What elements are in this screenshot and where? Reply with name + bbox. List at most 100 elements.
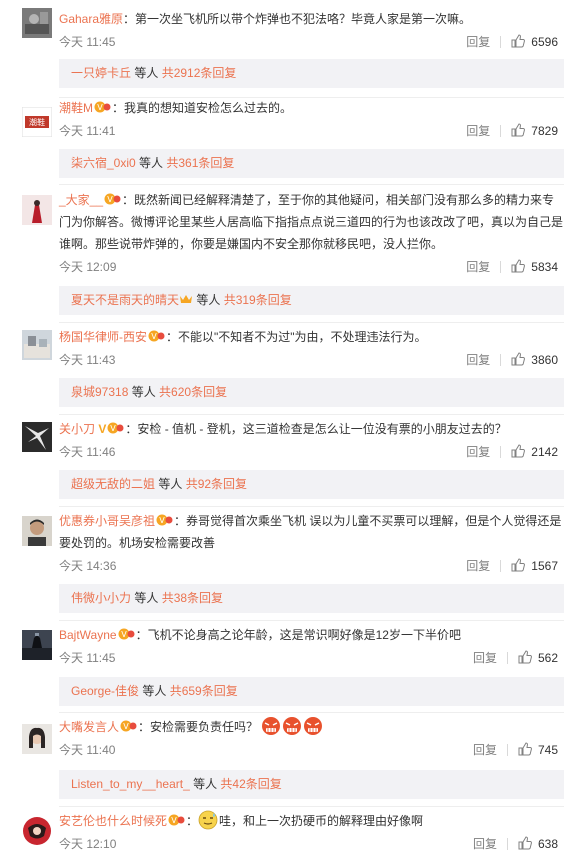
reply-total-link[interactable]: 共92条回复	[186, 477, 247, 491]
divider	[59, 322, 564, 323]
comment-time: 今天 12:10	[59, 837, 117, 851]
avatar[interactable]	[22, 630, 52, 660]
avatar[interactable]	[22, 724, 52, 754]
like-button[interactable]: 5834	[511, 257, 558, 277]
avatar[interactable]	[22, 516, 52, 546]
divider	[59, 414, 564, 415]
like-button[interactable]: 745	[518, 740, 558, 760]
divider	[500, 125, 502, 137]
like-button[interactable]: 2142	[511, 442, 558, 462]
svg-text:潮鞋: 潮鞋	[29, 117, 45, 127]
svg-text:V: V	[159, 516, 165, 525]
reply-summary[interactable]: 超级无敌的二姐 等人 共92条回复	[59, 470, 564, 499]
comment-content: 第一次坐飞机所以带个炸弹也不犯法咯？毕竟人家是第一次嘛。	[135, 12, 472, 26]
reply-button[interactable]: 回复	[466, 32, 490, 52]
reply-user-link[interactable]: 伟微小小力	[71, 591, 131, 605]
like-count: 638	[537, 837, 558, 851]
reply-user-link[interactable]: 夏天不是雨天的晴天	[71, 293, 179, 307]
reply-user-link[interactable]: George-佳俊	[71, 684, 139, 698]
comment-time: 今天 11:41	[59, 124, 116, 138]
reply-button[interactable]: 回复	[466, 556, 490, 576]
reply-user-link[interactable]: 超级无敌的二姐	[71, 477, 155, 491]
angry-face-emoji	[283, 717, 302, 735]
avatar[interactable]	[22, 195, 52, 225]
username-link[interactable]: 杨国华律师-西安	[59, 330, 147, 344]
like-count: 562	[537, 651, 558, 665]
username-link[interactable]: 优惠券小哥吴彦祖	[59, 514, 155, 528]
username-link[interactable]: Gahara雅原	[59, 12, 123, 26]
svg-text:V: V	[111, 424, 117, 433]
reply-deng-text: 等人	[189, 777, 221, 791]
verified-v-icon: V	[98, 422, 107, 436]
like-button[interactable]: 1567	[511, 556, 558, 576]
reply-summary[interactable]: 柒六宿_0xi0 等人 共361条回复	[59, 149, 564, 178]
divider	[59, 806, 564, 807]
reply-user-link[interactable]: Listen_to_my__heart_	[71, 777, 190, 791]
svg-text:V: V	[107, 195, 113, 204]
reply-button[interactable]: 回复	[473, 740, 497, 760]
comment-text: 潮鞋M V ：我真的想知道安检怎么过去的。	[59, 101, 293, 115]
angry-face-emoji	[262, 717, 281, 735]
comment-time: 今天 11:43	[59, 353, 116, 367]
comment-text: BajtWayne V ：飞机不论身高之论年龄，这是常识啊好像是12岁一下半价吧	[59, 628, 461, 642]
reply-deng-text: 等人	[128, 385, 160, 399]
divider	[506, 652, 508, 664]
comment-text: 安艺伦也什么时候死 V：哇，和上一次扔硬币的解释理由好像啊	[59, 810, 564, 832]
avatar[interactable]: 潮鞋	[22, 107, 52, 137]
reply-summary[interactable]: 一只婷卡丘 等人 共2912条回复	[59, 59, 564, 88]
comment-content: 飞机不论身高之论年龄，这是常识啊好像是12岁一下半价吧	[147, 628, 461, 642]
comment-text: 大嘴发言人 V ：安检需要负责任吗？	[59, 716, 564, 738]
avatar[interactable]	[22, 816, 52, 846]
comment-time: 今天 12:09	[59, 260, 117, 274]
reply-summary[interactable]: George-佳俊 等人 共659条回复	[59, 677, 564, 706]
reply-button[interactable]: 回复	[466, 350, 490, 370]
vip-badge-icon: V	[118, 628, 135, 640]
like-button[interactable]: 638	[518, 834, 558, 854]
comment-text: Gahara雅原：第一次坐飞机所以带个炸弹也不犯法咯？毕竟人家是第一次嘛。	[59, 12, 472, 26]
comment-time: 今天 11:45	[59, 35, 116, 49]
reply-button[interactable]: 回复	[473, 648, 497, 668]
avatar[interactable]	[22, 8, 52, 38]
like-button[interactable]: 3860	[511, 350, 558, 370]
reply-user-link[interactable]: 泉城97318	[71, 385, 128, 399]
reply-total-link[interactable]: 共319条回复	[224, 293, 292, 307]
username-link[interactable]: 大嘴发言人	[59, 720, 119, 734]
divider	[500, 261, 502, 273]
reply-user-link[interactable]: 柒六宿_0xi0	[71, 156, 136, 170]
avatar[interactable]	[22, 422, 52, 452]
divider	[500, 560, 502, 572]
reply-summary[interactable]: 伟微小小力 等人 共38条回复	[59, 584, 564, 613]
thumbs-up-icon	[518, 742, 532, 756]
reply-summary[interactable]: Listen_to_my__heart_ 等人 共42条回复	[59, 770, 564, 799]
reply-button[interactable]: 回复	[466, 257, 490, 277]
reply-total-link[interactable]: 共361条回复	[166, 156, 234, 170]
reply-total-link[interactable]: 共42条回复	[220, 777, 281, 791]
comment-time: 今天 14:36	[59, 559, 117, 573]
svg-text:V: V	[121, 630, 127, 639]
username-link[interactable]: 关小刀	[59, 422, 95, 436]
like-count: 745	[537, 743, 558, 757]
reply-button[interactable]: 回复	[466, 121, 490, 141]
reply-summary[interactable]: 泉城97318 等人 共620条回复	[59, 378, 564, 407]
reply-button[interactable]: 回复	[466, 442, 490, 462]
reply-total-link[interactable]: 共38条回复	[162, 591, 223, 605]
like-button[interactable]: 7829	[511, 121, 558, 141]
username-link[interactable]: 安艺伦也什么时候死	[59, 814, 167, 828]
like-button[interactable]: 562	[518, 648, 558, 668]
reply-total-link[interactable]: 共620条回复	[159, 385, 227, 399]
username-link[interactable]: 潮鞋M	[59, 101, 93, 115]
thumbs-up-icon	[518, 650, 532, 664]
comment-text: 关小刀 V V ：安检 - 值机 - 登机，这三道检查是怎么让一位没有票的小朋友过去…	[59, 422, 507, 436]
username-link[interactable]: _大家__	[59, 193, 103, 207]
reply-total-link[interactable]: 共2912条回复	[162, 66, 237, 80]
reply-user-link[interactable]: 一只婷卡丘	[71, 66, 131, 80]
divider	[59, 506, 564, 507]
thumbs-up-icon	[511, 558, 526, 572]
reply-button[interactable]: 回复	[473, 834, 497, 854]
reply-deng-text: 等人	[135, 156, 167, 170]
reply-summary[interactable]: 夏天不是雨天的晴天 等人 共319条回复	[59, 286, 564, 315]
avatar[interactable]	[22, 330, 52, 360]
like-button[interactable]: 6596	[511, 32, 558, 52]
username-link[interactable]: BajtWayne	[59, 628, 117, 642]
reply-total-link[interactable]: 共659条回复	[170, 684, 238, 698]
